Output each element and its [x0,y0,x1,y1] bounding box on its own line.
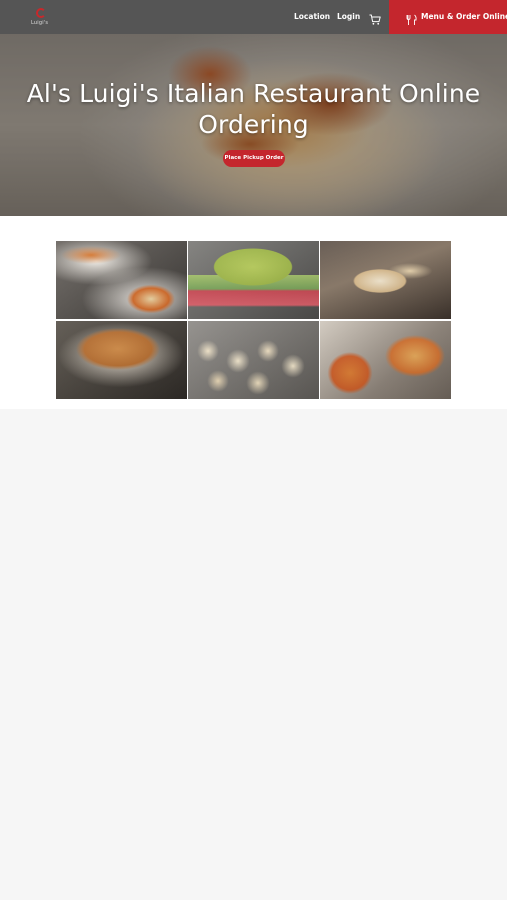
food-gallery-section [0,216,507,409]
page-background [0,409,507,900]
restaurant-logo[interactable]: Luigi's [28,6,54,28]
hero-title: Al's Luigi's Italian Restaurant Online O… [26,79,481,139]
food-gallery [56,241,452,400]
nav-login-link[interactable]: Login [337,12,360,21]
logo-swirl-icon [36,8,46,18]
logo-text: Luigi's [31,20,49,26]
nav-location-link[interactable]: Location [294,12,330,21]
place-pickup-order-button[interactable]: Place Pickup Order [223,150,285,167]
gallery-image-garlic-rolls[interactable] [188,321,319,399]
gallery-image-lasagna[interactable] [56,241,187,319]
gallery-image-spumoni-cake[interactable] [188,241,319,319]
hero-banner: Al's Luigi's Italian Restaurant Online O… [0,34,507,216]
cart-icon[interactable] [369,11,381,25]
gallery-image-pizza[interactable] [320,321,451,399]
menu-order-online-label: Menu & Order Online [421,12,507,21]
fork-knife-icon [406,11,418,25]
menu-order-online-button[interactable]: Menu & Order Online [389,0,507,34]
gallery-image-chicken-dish[interactable] [56,321,187,399]
gallery-image-cannoli[interactable] [320,241,451,319]
top-navigation-bar: Luigi's Location Login Menu & Order Onli… [0,0,507,34]
